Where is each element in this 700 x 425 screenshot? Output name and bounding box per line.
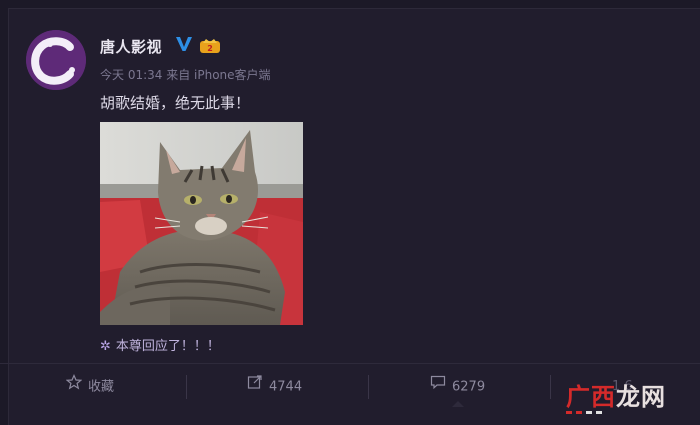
favorite-label: 收藏 — [88, 379, 115, 395]
verified-v-icon — [176, 37, 192, 51]
star-icon — [65, 364, 83, 410]
post-meta[interactable]: 今天 01:34 来自 iPhone客户端 — [100, 66, 271, 83]
divider — [368, 375, 369, 399]
repost-button[interactable]: 4744 — [247, 364, 302, 410]
tangren-logo-icon — [26, 30, 86, 90]
svg-text:2: 2 — [207, 44, 213, 53]
watermark-part2: 龙网 — [616, 383, 666, 411]
comment-pointer — [452, 401, 464, 407]
watermark-part1: 广西 — [566, 383, 616, 411]
cat-photo-icon — [100, 122, 303, 325]
avatar[interactable] — [26, 30, 86, 90]
favorite-button[interactable]: 收藏 — [65, 364, 115, 410]
reply-text: 本尊回应了！！！ — [115, 339, 220, 354]
post-image[interactable] — [100, 122, 303, 325]
vip-crown-icon[interactable]: 2 — [200, 37, 220, 53]
watermark-underline-icon — [566, 411, 602, 414]
repost-icon — [247, 364, 263, 410]
divider — [550, 375, 551, 399]
comment-icon — [430, 364, 446, 410]
comment-count: 6279 — [452, 379, 486, 395]
author-name[interactable]: 唐人影视 — [100, 36, 162, 57]
site-watermark: 广西龙网 — [566, 380, 696, 414]
post-text: 胡歌结婚，绝无此事！ — [100, 94, 251, 112]
repost-count: 4744 — [269, 379, 303, 395]
divider — [186, 375, 187, 399]
reply-line[interactable]: ✲ 本尊回应了！！！ — [100, 335, 220, 354]
flower-icon: ✲ — [100, 339, 111, 354]
